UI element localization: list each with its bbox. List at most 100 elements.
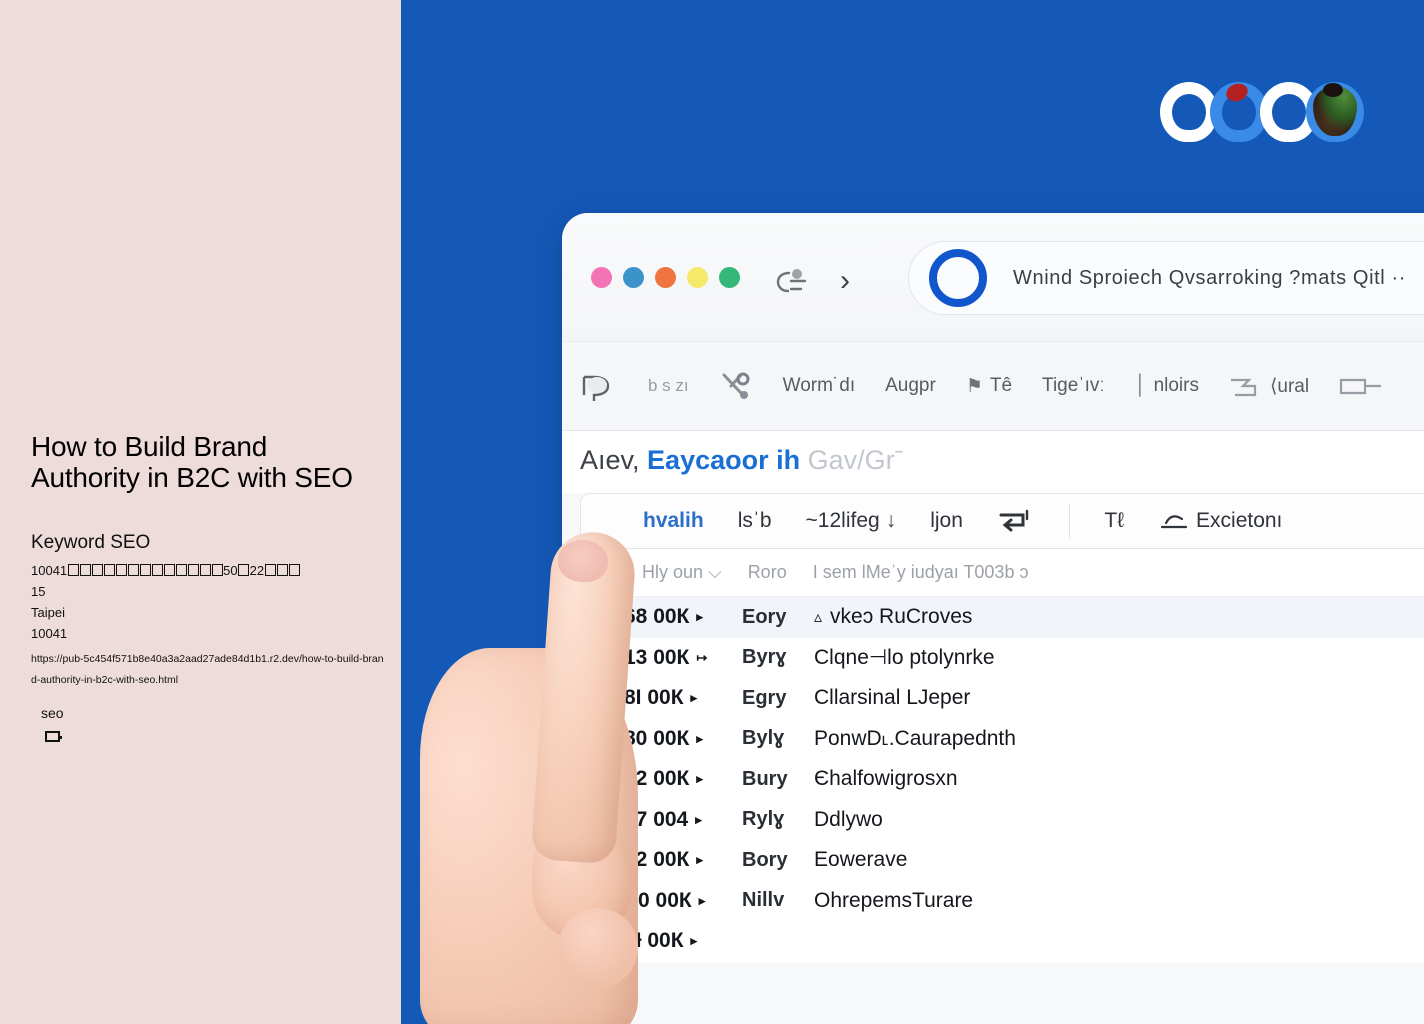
row-keyword-text: Ddlywo [814,807,883,831]
tab-icon-home[interactable] [580,371,618,401]
row-volume: S0 00К ▸ [624,889,742,913]
col-difficulty-label: Roro [747,562,787,582]
row-keyword: ▵ vkeɔ RuCroves [814,605,972,629]
row-keyword-text: Clqne⊣lo ptolynrke [814,646,995,670]
col-volume-label: Hly oun [642,562,704,582]
filter-tk[interactable]: Tℓ [1104,509,1124,533]
filter-excieton[interactable]: Excietonı [1158,509,1282,533]
tofu-glyph [115,564,127,576]
table-row[interactable]: 17 004 ▸ Rylɣ Ddlywo [562,800,1424,841]
tofu-glyph [199,564,211,576]
tab-te[interactable]: ⚑ Tê [966,375,1012,398]
trend-arrow-icon: ▸ [690,690,698,706]
trend-arrow-icon: ▸ [695,811,702,827]
trend-arrow-icon: ▸ [696,609,703,625]
trend-arrow-icon: ↦ [696,649,708,665]
row-volume-value: S0 00К [624,888,692,912]
tab-tigeiv-label: Tigeˈıvː [1042,375,1105,396]
trend-arrow-icon: ▸ [698,892,706,908]
flag-icon: ⚑ [965,375,983,397]
tofu-glyph [211,564,223,576]
row-volume-value: 8I 00К [624,686,684,710]
table-column-headers: Hly oun ⌵ Roro I sem lMeˈy iudyaı T003b … [580,549,1424,597]
filter-separator [1068,504,1071,538]
table-row[interactable]: 13 00К ↦ Byrɣ Clqne⊣lo ptolynrke [562,638,1424,679]
row-keyword-text: Єhalfowigrosxn [814,767,958,791]
dot-blue-icon[interactable] [623,267,644,288]
dot-orange-icon[interactable] [655,267,676,288]
row-keyword: PonwD˪.Caurapednth [814,727,1016,751]
row-difficulty: Eory [742,605,787,628]
tab-kural[interactable]: ⟨ural [1229,373,1309,399]
tab-nloirs[interactable]: │ nloirs [1135,375,1199,397]
tofu-glyph [163,564,175,576]
tofu-glyph [288,564,300,576]
tab-augpr[interactable]: Augpr [885,375,936,397]
filter-hvalih[interactable]: hvalih [643,509,704,533]
tab-trailing-icon[interactable] [1339,373,1383,399]
address-mid-number: 50 [223,563,238,578]
filter-bar: hvalih lsˈb ~12lifeg ↓ ljon Tℓ Excietonı [580,493,1424,549]
dot-green-icon[interactable] [719,267,740,288]
row-difficulty: Egry [742,686,787,709]
address-second-number: 22 [249,563,265,578]
row-volume: 8I 00К ▸ [624,686,742,710]
row-volume: 32 00К ▸ [624,848,742,872]
metadata-block: Keyword SEO 10041 50 22 15 Taipei 10041 ht… [31,530,391,691]
address-postcode-prefix: 10041 [31,563,68,578]
address-bar[interactable]: Wnind Sproiech Qvsarroking ?mats Qitl ·· [908,241,1424,315]
table-row[interactable]: 8I 00К ▸ Egry Cllarsinal LJeper [562,678,1424,719]
heading-part-dark: Aıev, [580,445,640,475]
filter-tk-label: Tℓ [1104,509,1125,532]
filter-12lifeg[interactable]: ~12lifeg ↓ [806,509,897,533]
tofu-glyph [127,564,139,576]
tab-bszi[interactable]: b s zı [648,376,689,396]
home-shape-icon [582,375,610,401]
row-volume: 80 00К ▸ [624,727,742,751]
row-volume-value: 68 00К [624,605,690,629]
filter-hvalih-label: hvalih [643,509,704,532]
forward-chevron-icon[interactable]: › [840,266,850,296]
table-row[interactable]: 80 00К ▸ Bylɣ PonwD˪.Caurapednth [562,719,1424,760]
return-arrow-icon [999,509,1029,532]
address-bar-text: Wnind Sproiech Qvsarroking ?mats Qitl ·· [1013,266,1407,289]
tofu-glyph [67,564,79,576]
table-row[interactable]: 8Ɨ 00К ▸ [562,921,1424,962]
table-row[interactable]: 68 00К ▸ Eory ▵ vkeɔ RuCroves [562,597,1424,638]
trend-arrow-icon: ▸ [696,730,703,746]
table-row[interactable]: S0 00К ▸ Nillv OhrepemsTurare [562,881,1424,922]
dot-yellow-icon[interactable] [687,267,708,288]
row-keyword: Cllarsinal LJeper [814,686,970,710]
row-keyword: Ddlywo [814,808,883,832]
filter-lsb-label: lsˈb [737,509,772,532]
tofu-box-icon [45,731,62,742]
back-navigation-icon[interactable] [775,269,811,295]
address-line: 10041 50 22 [31,561,391,581]
tofu-glyph [175,564,187,576]
traffic-light-dots [591,267,740,288]
tab-tigeiv[interactable]: Tigeˈıvː [1042,375,1105,397]
filter-ljon[interactable]: ljon [930,509,963,533]
col-volume[interactable]: Hly oun ⌵ [642,562,722,583]
row-volume-value: 8Ɨ 00К [624,929,684,953]
tab-wormdi[interactable]: Worm˙dı [783,375,855,397]
filter-arrow-icon[interactable] [997,507,1035,535]
brand-logo [1158,78,1364,150]
chevron-down-icon: ↓ [885,509,897,532]
source-url[interactable]: https://pub-5c454f571b8e40a3a2aad27ade84… [31,649,389,691]
col-keyword[interactable]: I sem lMeˈy iudyaı T003b ɔ [813,562,1029,583]
dot-pink-icon[interactable] [591,267,612,288]
filter-lsb[interactable]: lsˈb [738,509,772,533]
tofu-glyph [91,564,103,576]
keyword-label: Keyword SEO [31,532,151,553]
table-row[interactable]: 82 00К ▸ Bury Єhalfowigrosxn [562,759,1424,800]
trend-arrow-icon: ▸ [696,852,703,868]
col-difficulty[interactable]: Roro [748,562,787,583]
tab-icon-scissors[interactable] [719,371,753,401]
row-volume-value: 82 00К [624,767,690,791]
row-volume: 8Ɨ 00К ▸ [624,929,742,953]
tab-wormdi-label: Worm˙dı [782,375,856,396]
scissors-icon [722,372,750,399]
tofu-glyph [187,564,199,576]
table-row[interactable]: 32 00К ▸ Bory Eowerave [562,840,1424,881]
